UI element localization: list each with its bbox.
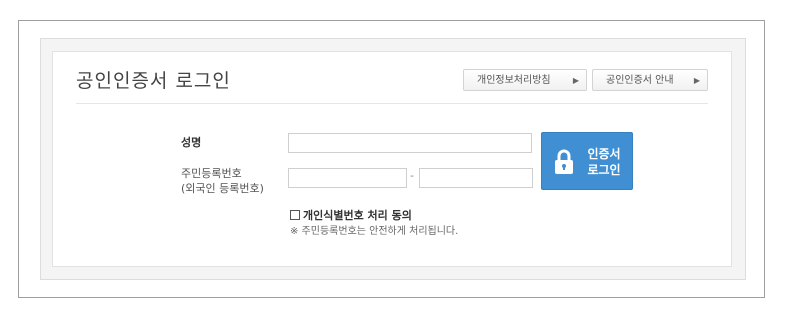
rrn-separator: - (410, 169, 414, 182)
page-title: 공인인증서 로그인 (76, 70, 231, 92)
rrn-first-input[interactable] (288, 168, 407, 188)
certificate-login-button[interactable]: 인증서 로그인 (541, 132, 633, 190)
login-button-line2: 로그인 (587, 163, 621, 177)
security-note: ※ 주민등록번호는 안전하게 처리됩니다. (290, 226, 459, 237)
certificate-guide-label: 공인인증서 안내 (606, 75, 674, 86)
rrn-label-line1: 주민등록번호 (181, 167, 242, 180)
name-input[interactable] (288, 133, 532, 153)
rrn-second-input[interactable] (419, 168, 533, 188)
consent-label: 개인식별번호 처리 동의 (303, 209, 412, 222)
privacy-policy-label: 개인정보처리방침 (477, 75, 551, 86)
rrn-label: 주민등록번호 (외국인 등록번호) (181, 166, 264, 196)
consent-checkbox[interactable] (290, 210, 300, 220)
name-label: 성명 (181, 136, 202, 149)
login-button-line1: 인증서 (587, 147, 621, 161)
privacy-policy-button[interactable]: 개인정보처리방침 ▶ (463, 69, 587, 91)
consent-checkbox-row[interactable]: 개인식별번호 처리 동의 (290, 207, 412, 222)
rrn-label-line2: (외국인 등록번호) (181, 182, 264, 195)
lock-icon (555, 149, 573, 174)
divider (76, 103, 708, 104)
login-button-label: 인증서 로그인 (581, 146, 627, 178)
arrow-right-icon: ▶ (693, 76, 700, 85)
certificate-guide-button[interactable]: 공인인증서 안내 ▶ (592, 69, 708, 91)
arrow-right-icon: ▶ (572, 76, 579, 85)
